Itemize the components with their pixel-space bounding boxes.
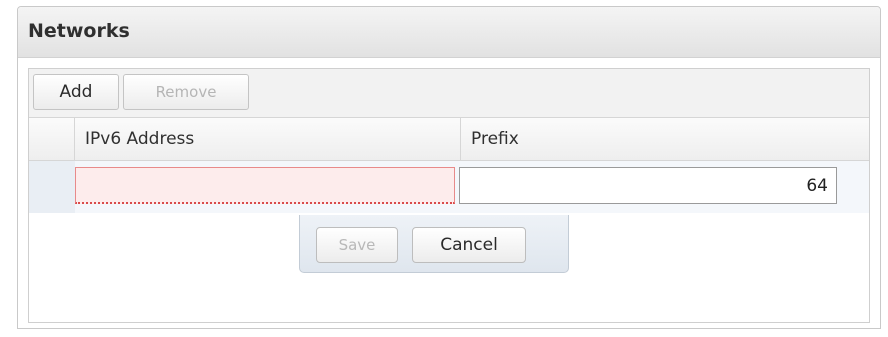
ipv6-address-input[interactable] xyxy=(75,167,455,204)
prefix-input[interactable] xyxy=(459,167,837,204)
column-header-prefix[interactable]: Prefix xyxy=(461,118,871,160)
row-editor-buttons: Save Cancel xyxy=(299,215,569,273)
row-selector[interactable] xyxy=(29,161,75,213)
row-selector-header xyxy=(29,118,75,160)
grid-header-row: IPv6 Address Prefix xyxy=(29,118,869,161)
column-header-ipv6-address[interactable]: IPv6 Address xyxy=(75,118,461,160)
panel-header: Networks xyxy=(18,7,880,58)
networks-panel: Networks Add Remove IPv6 Address Prefix … xyxy=(17,6,881,329)
editing-row xyxy=(29,161,869,213)
panel-title: Networks xyxy=(28,20,130,42)
add-button[interactable]: Add xyxy=(33,74,119,110)
grid-toolbar: Add Remove xyxy=(29,69,869,118)
cancel-button[interactable]: Cancel xyxy=(412,227,526,263)
remove-button[interactable]: Remove xyxy=(123,74,249,110)
save-button[interactable]: Save xyxy=(316,227,398,263)
networks-grid: Add Remove IPv6 Address Prefix Save Canc… xyxy=(28,68,870,323)
